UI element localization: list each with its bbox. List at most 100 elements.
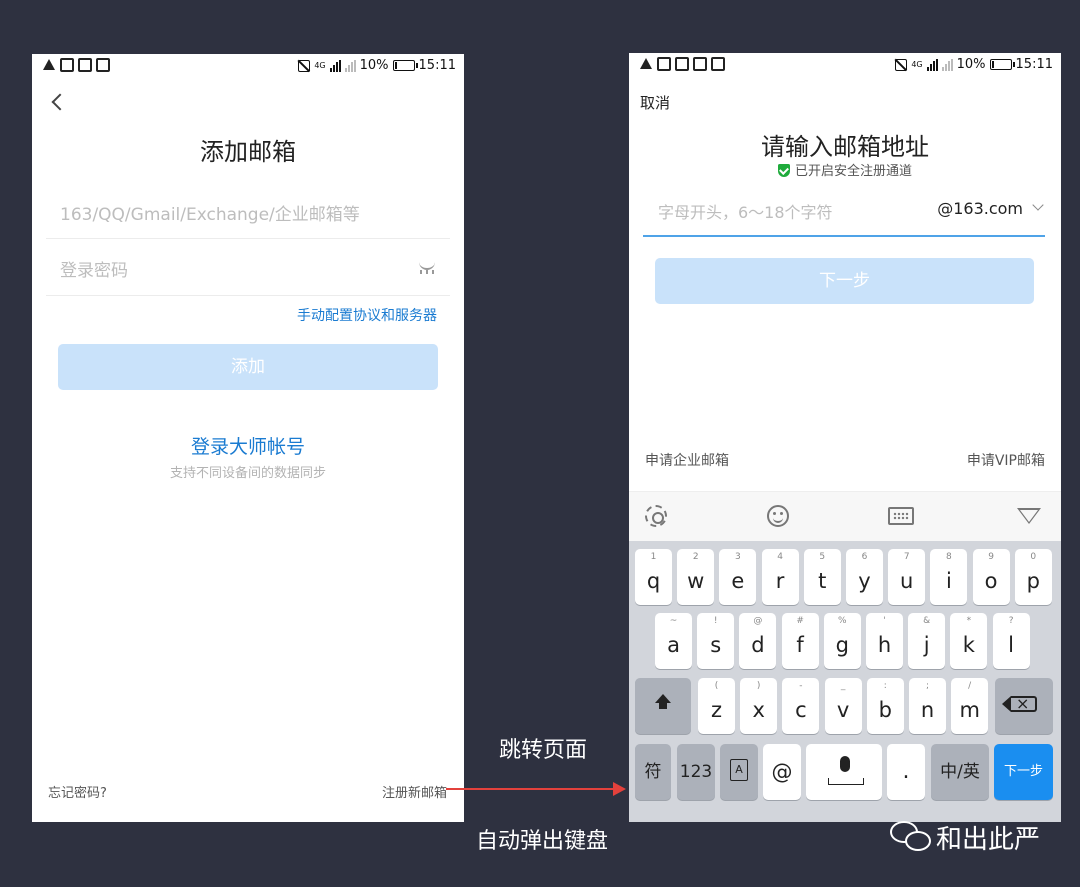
key-hint: % [838,616,847,626]
status-bar: 4G 10% 15:11 [629,53,1061,79]
key-v[interactable]: _ v [824,678,862,734]
manual-config-link[interactable]: 手动配置协议和服务器 [297,305,437,325]
next-button[interactable]: 下一步 [655,258,1034,304]
image-icon [711,57,725,71]
key-j[interactable]: & j [908,613,946,669]
input-method-key[interactable]: A [720,744,758,800]
key-f[interactable]: # f [781,613,819,669]
zh-en-switch-key[interactable]: 中/英 [931,744,989,800]
key-a[interactable]: ~ a [655,613,692,669]
key-hint: 5 [819,552,826,562]
key-y[interactable]: 6y [846,549,883,605]
key-char: m [959,698,980,722]
key-hint: ! [713,616,718,626]
backspace-key[interactable] [995,678,1053,734]
key-hint: ? [1008,616,1014,626]
key-char: h [877,633,892,657]
image-icon [96,58,110,72]
number-key[interactable]: 123 [677,744,715,800]
key-w[interactable]: 2w [677,549,715,605]
key-char: p [1026,569,1040,593]
hide-keyboard-icon[interactable] [1017,508,1041,524]
keyboard-icon[interactable] [888,507,914,525]
brand-name: 和出此严 [936,825,1041,855]
key-s[interactable]: ! s [697,613,735,669]
key-i[interactable]: 8i [930,549,968,605]
back-chevron-icon[interactable] [51,93,69,111]
key-hint: 1 [650,552,657,562]
key-r[interactable]: 4r [761,549,799,605]
register-new-mailbox-link[interactable]: 注册新邮箱 [382,782,447,801]
master-account-link[interactable]: 登录大师帐号 [32,432,464,459]
key-char: y [858,569,871,593]
key-hint: ( [714,681,719,691]
shift-icon [655,694,671,710]
period-key[interactable]: . [887,744,925,800]
apply-vip-mailbox-link[interactable]: 申请VIP邮箱 [967,450,1045,470]
symbol-key[interactable]: 符 [635,744,671,800]
email-username-input[interactable]: 字母开头，6～18个字符 [658,199,833,223]
soft-keyboard: 符 123 A @ . 中/英 下一步 1q2w3e4r5t6y7u8i9o0p… [629,541,1061,822]
key-h[interactable]: ' h [866,613,903,669]
mic-icon [828,756,864,785]
network-type: 4G [911,60,923,69]
key-m[interactable]: / m [951,678,989,734]
key-hint: 3 [735,552,741,562]
key-x[interactable]: ) x [740,678,778,734]
annotation-auto-keyboard: 自动弹出键盘 [476,829,609,854]
key-z[interactable]: (z [698,678,735,734]
key-e[interactable]: 3e [719,549,757,605]
key-n[interactable]: ; n [909,678,946,734]
enter-next-key[interactable]: 下一步 [994,744,1053,800]
key-k[interactable]: * k [950,613,988,669]
divider [46,238,450,239]
keyboard-status-icon [693,57,707,71]
signal-icon [926,58,938,71]
shift-key[interactable] [635,678,691,734]
key-char: l [1008,633,1015,657]
key-p[interactable]: 0p [1014,549,1052,605]
gear-icon[interactable] [645,505,667,527]
domain-select[interactable]: @163.com [937,199,1023,218]
email-field[interactable]: 163/QQ/Gmail/Exchange/企业邮箱等 [60,200,360,225]
key-hint: 2 [692,552,699,562]
key-u[interactable]: 7u [888,549,926,605]
mute-icon [298,59,311,72]
key-b[interactable]: :b [866,678,904,734]
key-char: c [795,698,807,722]
key-g[interactable]: % g [823,613,861,669]
signal-icon-2 [941,58,953,71]
eye-closed-icon[interactable] [419,262,435,274]
key-t[interactable]: 5t [803,549,841,605]
key-hint: 4 [777,552,783,562]
smiley-icon[interactable] [767,505,789,527]
key-q[interactable]: 1q [635,549,672,605]
add-mailbox-screen: 4G 10% 15:11 添加邮箱 163/QQ/Gmail/Exchange/… [32,54,464,822]
password-field[interactable]: 登录密码 [60,256,128,281]
space-key[interactable] [806,744,882,800]
at-key[interactable]: @ [763,744,801,800]
mute-icon [895,58,908,71]
key-char: i [945,569,952,593]
key-c[interactable]: -c [782,678,820,734]
key-l[interactable]: ? l [992,613,1030,669]
key-char: a [667,633,680,657]
cancel-button[interactable]: 取消 [640,92,670,113]
enter-email-screen: 4G 10% 15:11 取消 请输入邮箱地址 已开启安全注册通道 字母开头，6… [629,53,1061,822]
key-hint: ~ [669,616,678,626]
notification-icons [639,57,725,71]
forgot-password-link[interactable]: 忘记密码? [48,782,107,801]
key-d[interactable]: @ d [739,613,777,669]
apply-enterprise-mailbox-link[interactable]: 申请企业邮箱 [645,450,729,470]
key-char: z [710,698,723,722]
battery-percent: 10% [956,57,986,72]
key-hint: : [883,681,887,691]
trash-icon [60,58,74,72]
key-char: u [900,569,914,593]
chevron-down-icon[interactable] [1032,199,1044,211]
key-o[interactable]: 9o [972,549,1010,605]
add-button[interactable]: 添加 [58,344,438,390]
key-hint: * [966,616,972,626]
alert-icon [42,58,56,72]
keyboard-toolbar [629,491,1061,541]
